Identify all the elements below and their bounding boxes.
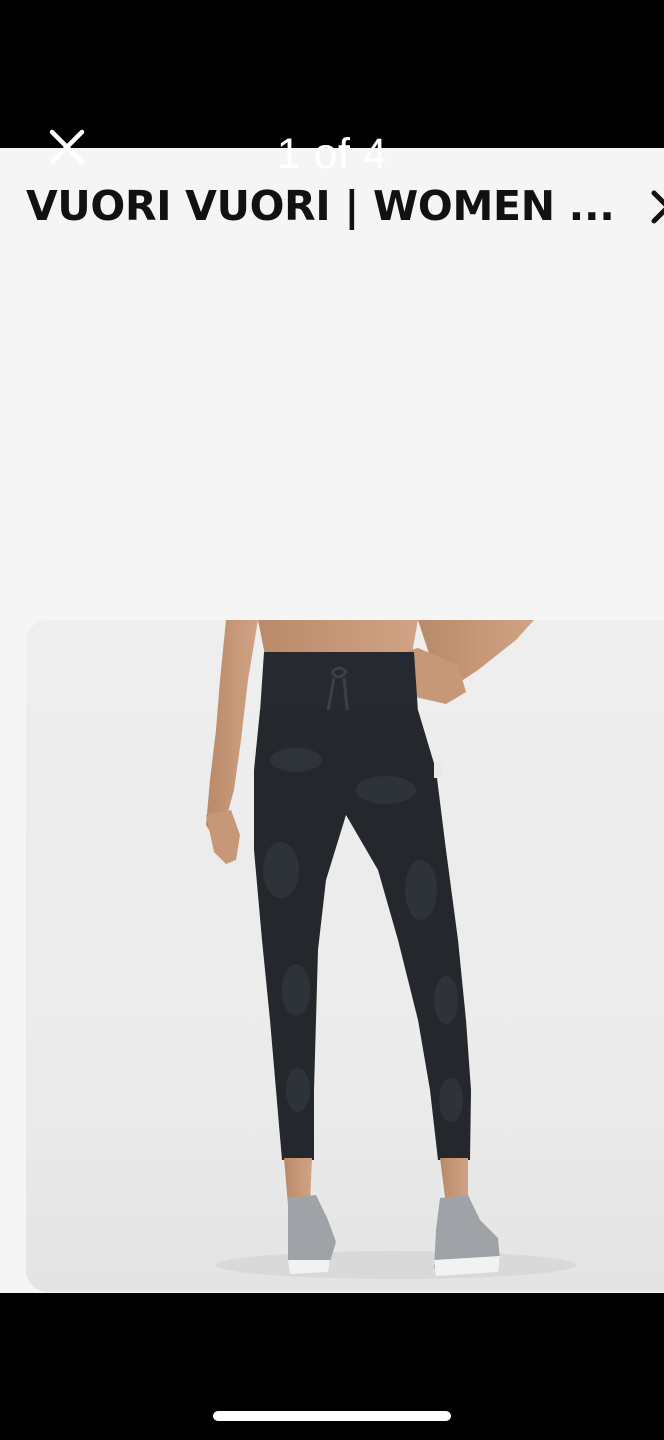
image-viewer: 1 of 4 VUORI VUORI | WOMEN ... bbox=[0, 0, 664, 1440]
top-bar bbox=[0, 0, 664, 148]
home-indicator[interactable] bbox=[213, 1411, 451, 1421]
close-button[interactable] bbox=[44, 124, 90, 170]
product-photo[interactable] bbox=[26, 620, 664, 1292]
next-image-button[interactable] bbox=[646, 183, 664, 231]
image-counter: 1 of 4 bbox=[276, 130, 388, 178]
close-icon bbox=[49, 129, 85, 165]
chevron-right-icon bbox=[651, 190, 664, 224]
leggings-model-image bbox=[206, 620, 576, 1279]
listing-title: VUORI VUORI | WOMEN ... bbox=[26, 182, 615, 230]
